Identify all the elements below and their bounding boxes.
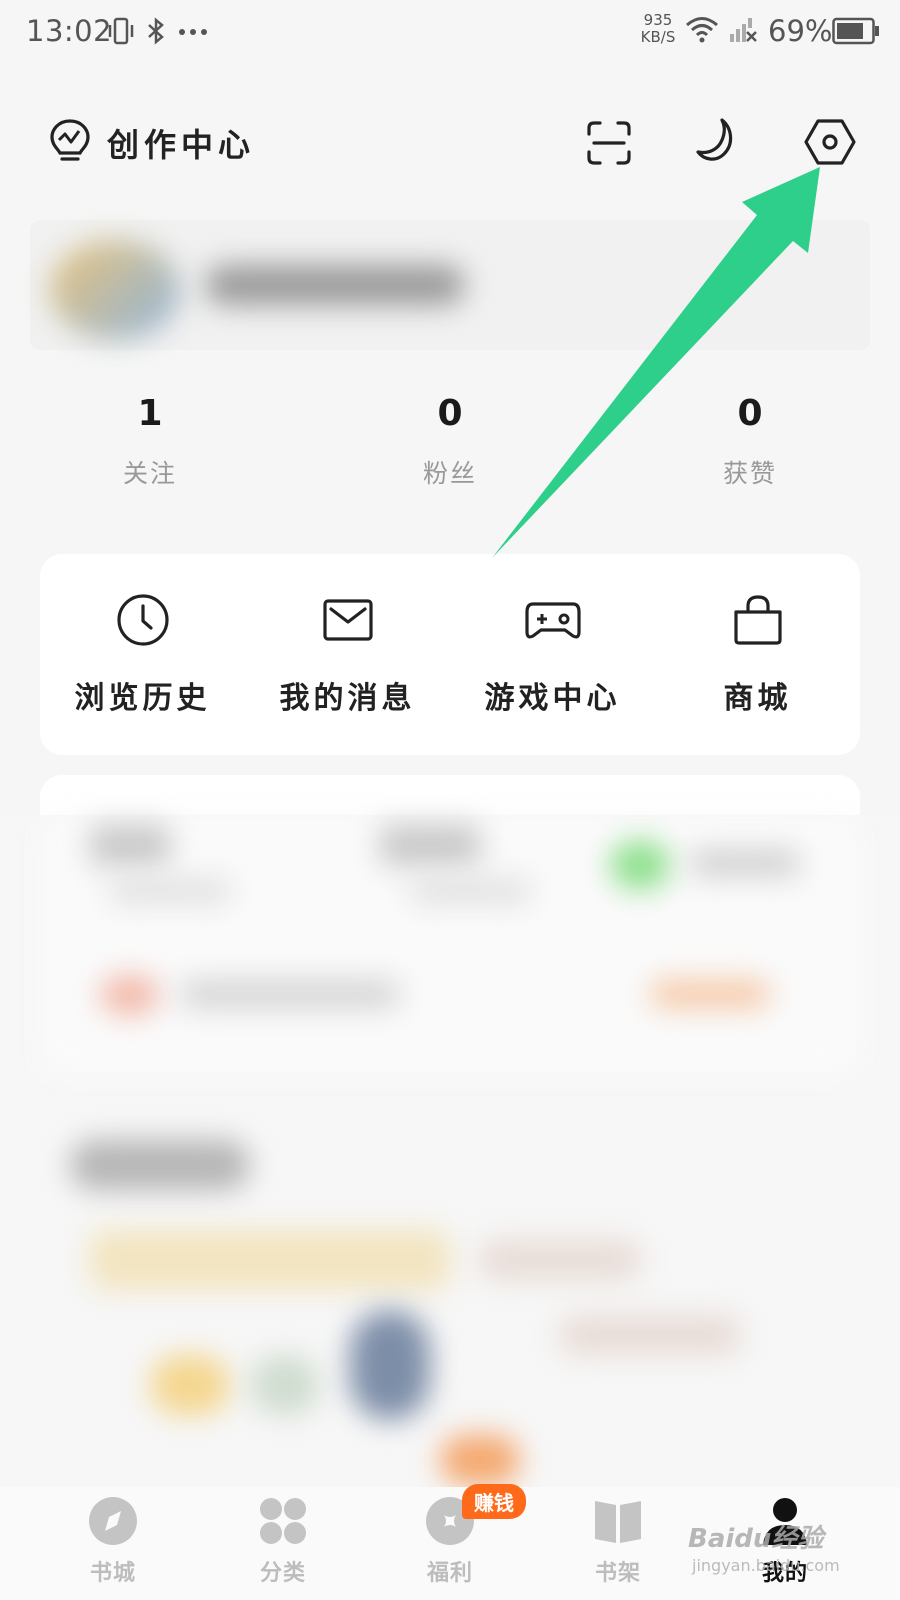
nav-label: 福利 [426, 1561, 473, 1586]
nav-label: 书城 [89, 1561, 136, 1586]
annotation-arrow [492, 167, 820, 558]
battery-icon [832, 17, 879, 45]
stat-following-value: 1 [137, 393, 163, 434]
bluetooth-icon [148, 17, 164, 45]
quick-action-games[interactable]: 游戏中心 [450, 592, 655, 717]
nav-bookstore[interactable]: 书城 [53, 1495, 173, 1587]
status-time: 13:02 [26, 14, 113, 48]
net-speed: 935 KB/S [640, 11, 676, 46]
clock-icon [116, 594, 169, 646]
quick-action-label: 商城 [723, 681, 792, 716]
vibrate-icon [108, 17, 134, 45]
compass-icon [89, 1497, 137, 1545]
book-icon [595, 1501, 641, 1543]
shopping-bag-icon [733, 595, 782, 645]
more-dots-icon [179, 29, 207, 35]
nav-label: 分类 [259, 1561, 306, 1586]
signal-off-icon [730, 18, 757, 42]
quick-action-label: 我的消息 [279, 681, 416, 716]
quick-action-history[interactable]: 浏览历史 [40, 592, 245, 717]
bulb-icon[interactable] [48, 118, 92, 166]
quick-action-label: 游戏中心 [484, 681, 621, 716]
watermark: Baidu经验 [688, 1524, 824, 1554]
quick-actions-card: 浏览历史 我的消息 游戏中心 商城 [40, 554, 860, 755]
quick-action-mall[interactable]: 商城 [655, 592, 860, 717]
status-bar: 13:02 935 KB/S 69% [0, 0, 900, 62]
quick-action-messages[interactable]: 我的消息 [245, 592, 450, 717]
gamepad-icon [524, 602, 581, 639]
stat-following[interactable]: 1 关注 [60, 393, 240, 490]
nav-category[interactable]: 分类 [223, 1495, 343, 1587]
stat-following-label: 关注 [122, 459, 177, 488]
blurred-content-area [0, 815, 900, 1487]
watermark-url: jingyan.baidu.com [692, 1556, 840, 1575]
wifi-icon [686, 17, 718, 43]
username-blurred [205, 265, 465, 305]
avatar[interactable] [50, 240, 180, 340]
nav-bookshelf[interactable]: 书架 [558, 1495, 678, 1587]
nav-label: 书架 [594, 1561, 641, 1586]
grid-icon [260, 1498, 306, 1544]
welfare-badge: 赚钱 [462, 1484, 526, 1519]
battery-percent: 69% [768, 14, 833, 48]
quick-action-label: 浏览历史 [74, 681, 211, 716]
creator-center-title[interactable]: 创作中心 [107, 120, 255, 166]
mail-icon [322, 599, 373, 641]
